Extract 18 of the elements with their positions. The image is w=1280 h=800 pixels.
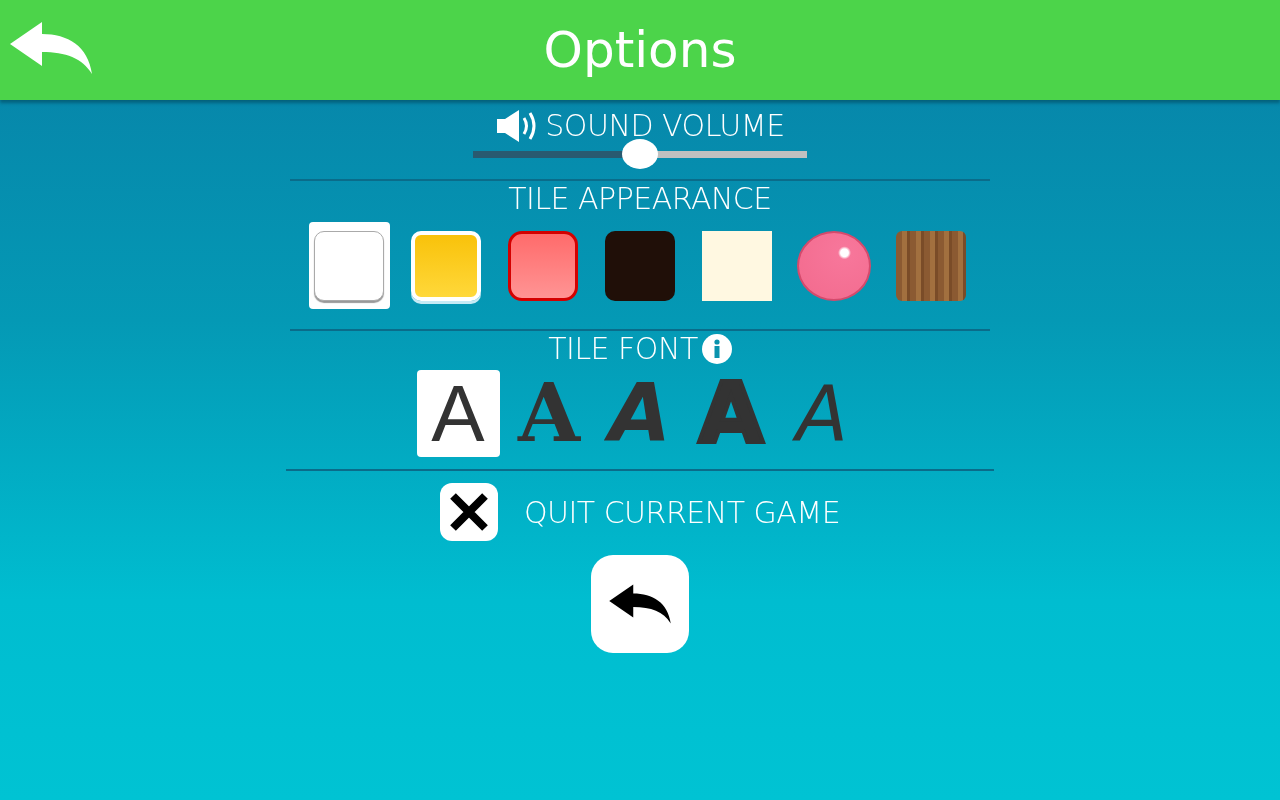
sound-volume-label: SOUND VOLUME [545,108,785,143]
font-option[interactable]: A [416,370,500,457]
font-option[interactable]: A [780,370,864,457]
volume-slider[interactable] [473,139,807,169]
quit-game-button[interactable]: QUIT CURRENT GAME [439,483,841,541]
tile-style-option[interactable] [308,222,390,309]
back-arrow-icon [8,20,94,76]
tile-appearance-label: TILE APPEARANCE [508,181,772,216]
font-option[interactable]: A [598,370,682,457]
slider-thumb[interactable] [622,139,658,169]
back-button[interactable] [591,555,689,653]
font-option[interactable]: A [507,370,591,457]
info-icon[interactable] [701,333,732,364]
back-arrow-icon [607,583,673,625]
tile-font-label: TILE FONT [548,331,698,366]
close-icon [439,483,498,541]
page-title: Options [543,21,737,79]
font-option[interactable]: A [689,370,773,457]
